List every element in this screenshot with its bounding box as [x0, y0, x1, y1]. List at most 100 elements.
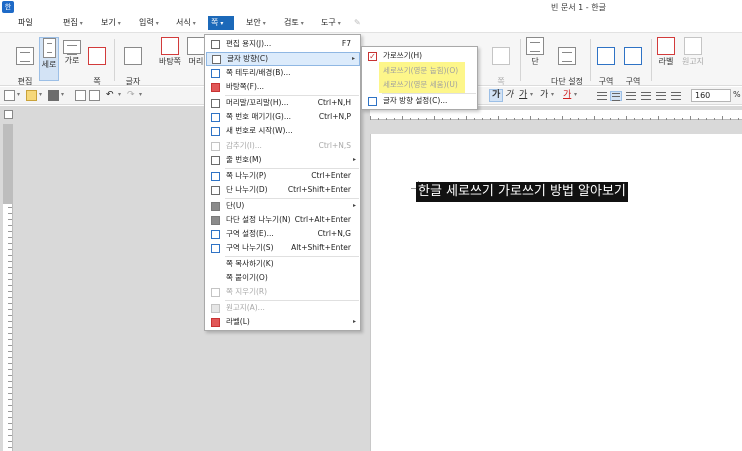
chevron-down-icon[interactable]: ▾ [139, 91, 142, 98]
submenu-item-vertical-lying[interactable]: 세로쓰기(영문 눕힘)(O) [363, 64, 477, 78]
menu-item-new-number[interactable]: 새 번호로 시작(W)... [206, 124, 360, 138]
column-label: 단 [531, 57, 539, 66]
bold-button[interactable]: 가 [489, 89, 504, 102]
zoom-input[interactable]: 160 [691, 89, 731, 102]
strikethrough-button[interactable]: 가 [538, 89, 550, 102]
menu-item-delete-page[interactable]: 쪽 지우기(R) [206, 285, 360, 299]
menu-item-column[interactable]: 단(U) ▸ [206, 199, 360, 213]
text-color-button[interactable]: 가 [561, 89, 573, 102]
menu-item-section-settings[interactable]: 구역 설정(E)... Ctrl+N,G [206, 227, 360, 241]
menu-edit[interactable]: 편집 ▾ [60, 16, 86, 30]
manuscript-button[interactable]: 원고지 [680, 37, 706, 67]
align-left-icon[interactable] [610, 91, 622, 101]
menu-item-label: 줄 번호(M) [226, 155, 262, 164]
text-direction-icon [212, 55, 221, 64]
ribbon-divider [520, 39, 521, 81]
redo-icon[interactable]: ↷ [127, 90, 138, 101]
preview-icon[interactable] [89, 90, 100, 101]
menu-item-multi-column-break[interactable]: 다단 설정 나누기(N) Ctrl+Alt+Enter [206, 213, 360, 227]
window-title: 빈 문서 1 - 한글 [551, 3, 606, 12]
submenu-item-horizontal[interactable]: ✓ 가로쓰기(H) [363, 49, 477, 63]
chevron-down-icon[interactable]: ▾ [17, 91, 20, 98]
menu-tools[interactable]: 도구 ▾ [318, 16, 344, 30]
master-page-button[interactable]: 바탕쪽 [155, 37, 185, 67]
ruler-tick [682, 118, 683, 120]
multi-column-break-icon [211, 216, 220, 225]
menu-item-label: 쪽 지우기(R) [226, 287, 268, 296]
menu-item-copy-page[interactable]: 쪽 복사하기(K) [206, 257, 360, 271]
align-justify-icon[interactable] [596, 91, 608, 101]
chevron-down-icon[interactable]: ▾ [530, 91, 533, 98]
multi-column-icon [558, 47, 576, 65]
menu-item-label-sheet[interactable]: 라벨(L) ▸ [206, 315, 360, 329]
menu-item-page-border[interactable]: 쪽 테두리/배경(B)... [206, 66, 360, 80]
horizontal-ruler[interactable] [370, 110, 742, 120]
document-page[interactable]: 한글 세로쓰기 가로쓰기 방법 알아보기 [370, 134, 742, 451]
header-button[interactable]: 머리 [187, 37, 205, 67]
menu-review[interactable]: 검토 ▾ [281, 16, 307, 30]
ruler-tick [546, 118, 547, 120]
italic-button[interactable]: 가 [503, 89, 515, 102]
label-button[interactable]: 라벨 [655, 37, 677, 67]
menu-item-paste-page[interactable]: 쪽 붙이기(O) [206, 271, 360, 285]
print-icon[interactable] [75, 90, 86, 101]
menu-item-manuscript[interactable]: 원고지(A)... [206, 301, 360, 315]
landscape-page-icon [63, 40, 81, 55]
menu-item-page-break[interactable]: 쪽 나누기(P) Ctrl+Enter [206, 169, 360, 183]
submenu-item-direction-settings[interactable]: 글자 방향 설정(C)... [363, 94, 477, 108]
align-right-icon[interactable] [640, 91, 652, 101]
portrait-button[interactable]: 세로 [39, 37, 59, 81]
menu-file[interactable]: 파일 [15, 16, 36, 30]
submenu-item-label: 세로쓰기(영문 눕힘)(O) [383, 66, 459, 75]
vertical-ruler[interactable] [3, 124, 13, 451]
underline-button[interactable]: 가 [517, 89, 529, 102]
ruler-tick [538, 118, 539, 120]
line-number-icon [211, 156, 220, 165]
menu-view[interactable]: 보기 ▾ [98, 16, 124, 30]
ruler-margin [3, 124, 13, 204]
portrait-label: 세로 [41, 60, 57, 69]
new-document-icon[interactable] [4, 90, 15, 101]
menu-item-header-footer[interactable]: 머리말/꼬리말(H)... Ctrl+N,H [206, 96, 360, 110]
ruler-corner-button[interactable] [4, 110, 13, 119]
shortcut-key: F7 [341, 39, 351, 48]
chevron-down-icon[interactable]: ▾ [39, 91, 42, 98]
menu-item-master-page[interactable]: 바탕쪽(F)... [206, 80, 360, 94]
menu-item-text-direction[interactable]: 글자 방향(C) ▸ [206, 52, 360, 66]
open-folder-icon[interactable] [26, 90, 37, 101]
ruler-tick [554, 118, 555, 120]
save-icon[interactable] [48, 90, 59, 101]
menu-item-page-setup[interactable]: 편집 용지(J)... F7 [206, 37, 360, 51]
menu-format[interactable]: 서식 ▾ [173, 16, 199, 30]
align-distribute-icon[interactable] [655, 91, 667, 101]
align-center-icon[interactable] [625, 91, 637, 101]
menu-insert[interactable]: 입력 ▾ [136, 16, 162, 30]
ruler-tick [482, 118, 483, 120]
chevron-down-icon: ▾ [337, 20, 341, 27]
undo-icon[interactable]: ↶ [106, 90, 117, 101]
chevron-down-icon[interactable]: ▾ [574, 91, 577, 98]
align-divide-icon[interactable] [670, 91, 682, 101]
chevron-down-icon[interactable]: ▾ [61, 91, 64, 98]
chevron-down-icon[interactable]: ▾ [551, 91, 554, 98]
menu-item-column-break[interactable]: 단 나누기(D) Ctrl+Shift+Enter [206, 183, 360, 197]
quick-tool-icon[interactable]: ✎ [351, 16, 364, 30]
shortcut-key: Ctrl+N,P [318, 112, 351, 121]
landscape-button[interactable]: 가로 [62, 37, 82, 66]
title-bar: 한 빈 문서 1 - 한글 [0, 0, 742, 14]
menu-item-line-number[interactable]: 줄 번호(M) ▸ [206, 153, 360, 167]
menu-item-label: 쪽 복사하기(K) [226, 259, 274, 268]
menu-item-page-number[interactable]: 쪽 번호 매기기(G)... Ctrl+N,P [206, 110, 360, 124]
label-icon [211, 318, 220, 327]
document-text[interactable]: 한글 세로쓰기 가로쓰기 방법 알아보기 [416, 182, 628, 202]
submenu-item-vertical-upright[interactable]: 세로쓰기(영문 세움)(U) [363, 78, 477, 92]
chevron-down-icon: ▾ [220, 20, 224, 27]
ruler-tick [706, 118, 707, 120]
ruler-tick [450, 118, 451, 120]
menu-page[interactable]: 쪽 ▾ [208, 16, 234, 30]
chevron-down-icon[interactable]: ▾ [118, 91, 121, 98]
column-button[interactable]: 단 [525, 37, 545, 67]
menu-item-hide[interactable]: 감추기(I)... Ctrl+N,S [206, 139, 360, 153]
menu-item-section-break[interactable]: 구역 나누기(S) Alt+Shift+Enter [206, 241, 360, 255]
menu-security[interactable]: 보안 ▾ [243, 16, 269, 30]
